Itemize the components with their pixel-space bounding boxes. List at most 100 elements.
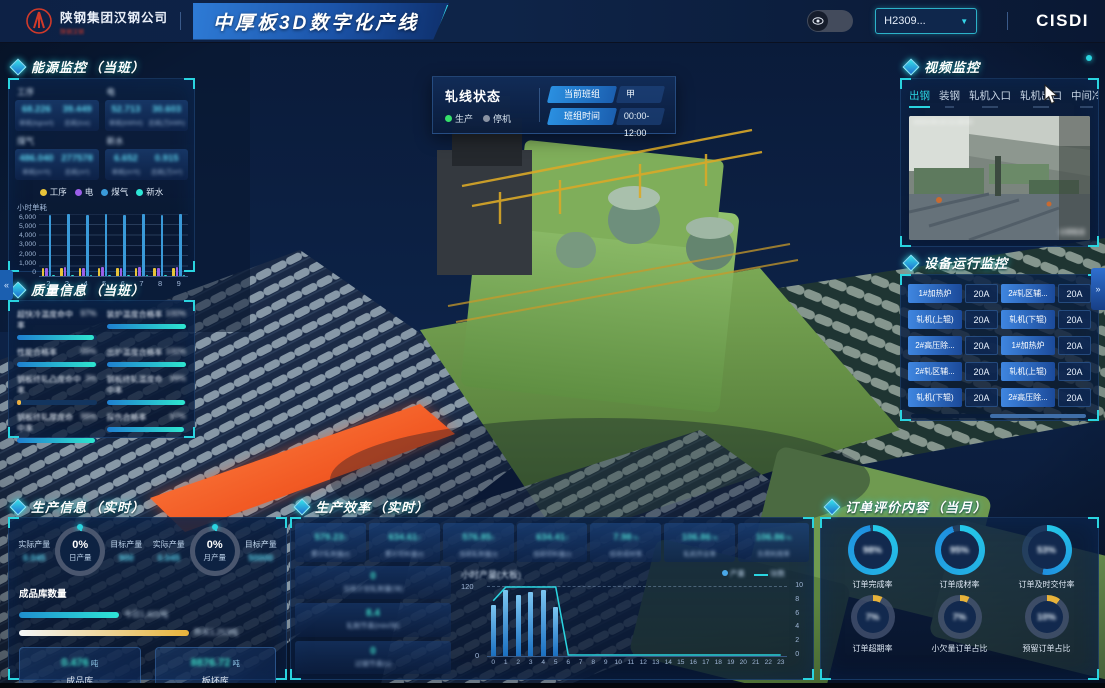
- efficiency-panel: 579.23t累计轧制量(t)634.61t累计坯料量(t)576.85t当班轧…: [290, 517, 814, 680]
- actual-output: 实际产量0.045: [18, 539, 50, 563]
- equipment-value: 20A: [1058, 388, 1091, 407]
- donut-ring: 7%: [938, 595, 982, 639]
- quality-item-row: 探伤合格率97%: [107, 412, 187, 423]
- chevron-down-icon: ▼: [960, 17, 968, 26]
- company-name: 陕钢集团汉钢公司: [60, 7, 168, 26]
- equipment-name: 1#加热炉: [908, 284, 962, 303]
- quality-label: 钢板终轧厚度命中率: [17, 412, 80, 434]
- legend-label: 块数: [770, 569, 785, 578]
- video-tab-2[interactable]: 装钢: [939, 88, 960, 108]
- card-value: 7.98: [613, 532, 632, 543]
- status-label: 停机: [493, 112, 511, 125]
- energy-group: 工序68.226单耗(kgce/t)39.449总耗(tce): [15, 84, 99, 131]
- order-donut: 10%预留订单占比: [1023, 593, 1071, 654]
- donut-ring: 7%: [851, 595, 895, 639]
- store-unit: 吨: [91, 659, 99, 668]
- legend-dot: [722, 570, 728, 576]
- bar-group: [79, 215, 92, 276]
- progress-track: [17, 362, 97, 367]
- metric-label: 目标产量: [110, 539, 142, 550]
- video-tab-4[interactable]: 轧机出口: [1020, 88, 1062, 108]
- efficiency-card: 106.86%轧机作业率: [664, 523, 735, 562]
- device-dropdown-value: H2309...: [884, 15, 926, 27]
- energy-metric: 68.226单耗(kgce/t): [16, 104, 57, 127]
- efficiency-stat-box: 8.4轧制节奏(min/块): [295, 603, 451, 636]
- card-label: 累计轧制量(t): [296, 548, 365, 558]
- card-label: 负荷利用率: [739, 548, 808, 558]
- bar: [60, 268, 63, 276]
- donut-value: 98%: [863, 545, 882, 556]
- bar: [90, 275, 93, 276]
- x-tick: 8: [587, 659, 600, 666]
- panel-diamond-icon: [294, 498, 311, 515]
- quality-item-row: 超快冷温度命中率97%: [17, 309, 97, 331]
- y-tick: 10: [795, 582, 803, 589]
- x-tick: 7: [575, 659, 588, 666]
- quality-item: 钢板终轧温度命中率99%: [107, 374, 187, 405]
- metric-value: 0.045: [153, 553, 185, 563]
- x-tick: 18: [712, 659, 725, 666]
- letterbox-bar: [0, 683, 1105, 688]
- video-tab-3[interactable]: 轧机入口: [969, 88, 1011, 108]
- x-tick: 1: [500, 659, 513, 666]
- store-value: 8876.72: [191, 657, 231, 669]
- equipment-scrollbar[interactable]: [911, 414, 1088, 418]
- metric-value: 68.226: [16, 104, 57, 115]
- equipment-value: 20A: [965, 388, 998, 407]
- progress-fill: [107, 324, 187, 329]
- bar: [49, 215, 52, 276]
- line-status-button[interactable]: 班组时间: [547, 108, 617, 125]
- energy-metric: 52.713单耗(kWh/t): [106, 104, 147, 127]
- donut-value: 7%: [866, 612, 880, 623]
- video-tab-5[interactable]: 中间冷: [1071, 88, 1098, 108]
- bar: [153, 268, 156, 276]
- bar: [98, 268, 101, 276]
- card-value-row: 634.41t: [518, 527, 587, 545]
- equipment-value: 20A: [1058, 362, 1091, 381]
- legend-dot: [101, 189, 108, 196]
- stat-label: 当班计划轧制量(块): [343, 584, 404, 594]
- equipment-value: 20A: [965, 284, 998, 303]
- video-panel: 出钢装钢轧机入口轧机出口中间冷电加热 2023-09-14 11:28:45 出…: [900, 78, 1099, 247]
- status-dot: [483, 115, 490, 122]
- quality-item: 钢板终轧凸度命中率3%: [17, 374, 97, 405]
- panel-diamond-icon: [903, 254, 920, 271]
- device-dropdown[interactable]: H2309... ▼: [875, 8, 977, 34]
- quality-item: 装炉温度合格率100%: [107, 309, 187, 340]
- progress-fill: [107, 400, 186, 405]
- legend-label: 工序: [50, 186, 67, 198]
- progress-fill: [107, 362, 187, 367]
- equipment-title: 设备运行监控: [924, 256, 1008, 271]
- line-status-legend: 生产停机: [445, 112, 537, 125]
- hourly-chart-title: 小时产量(大板): [461, 568, 521, 581]
- stat-label: 轧制节奏(min/块): [347, 621, 400, 631]
- production-panel-header: 生产信息（实时）: [12, 497, 145, 516]
- equipment-value: 20A: [965, 336, 998, 355]
- line-status-button[interactable]: 当前班组: [547, 86, 617, 103]
- left-panel-collapse-handle[interactable]: «: [0, 270, 13, 300]
- equipment-name: 2#轧区辅...: [1001, 284, 1055, 303]
- visibility-toggle[interactable]: [807, 10, 853, 32]
- quality-item-row: 钢板终轧温度命中率99%: [107, 374, 187, 396]
- equipment-name: 2#轧区辅...: [908, 362, 962, 381]
- x-tick: 3: [525, 659, 538, 666]
- store-box: 0.476吨成品库: [19, 647, 141, 688]
- scrollbar-thumb[interactable]: [990, 414, 1086, 418]
- donut-value: 53%: [1037, 545, 1056, 556]
- company-logo-icon: [26, 8, 52, 34]
- cctv-frame[interactable]: 2023-09-14 11:28:45 出钢辊道: [909, 116, 1090, 240]
- card-unit: t: [345, 535, 347, 542]
- progress-track: [107, 362, 187, 367]
- video-tab-1[interactable]: 出钢: [909, 88, 930, 108]
- x-tick: 20: [737, 659, 750, 666]
- cctv-timestamp: 2023-09-14 11:28:45: [913, 119, 973, 126]
- energy-group-label: 电: [107, 86, 189, 98]
- quality-title: 质量信息: [31, 283, 87, 298]
- card-unit: t: [492, 535, 494, 542]
- right-panel-collapse-handle[interactable]: »: [1091, 268, 1105, 310]
- legend-label: 煤气: [111, 186, 128, 198]
- card-value: 106.86: [756, 532, 785, 543]
- line-series: [487, 586, 787, 656]
- efficiency-card: 634.61t累计坯料量(t): [369, 523, 440, 562]
- x-tick: 16: [687, 659, 700, 666]
